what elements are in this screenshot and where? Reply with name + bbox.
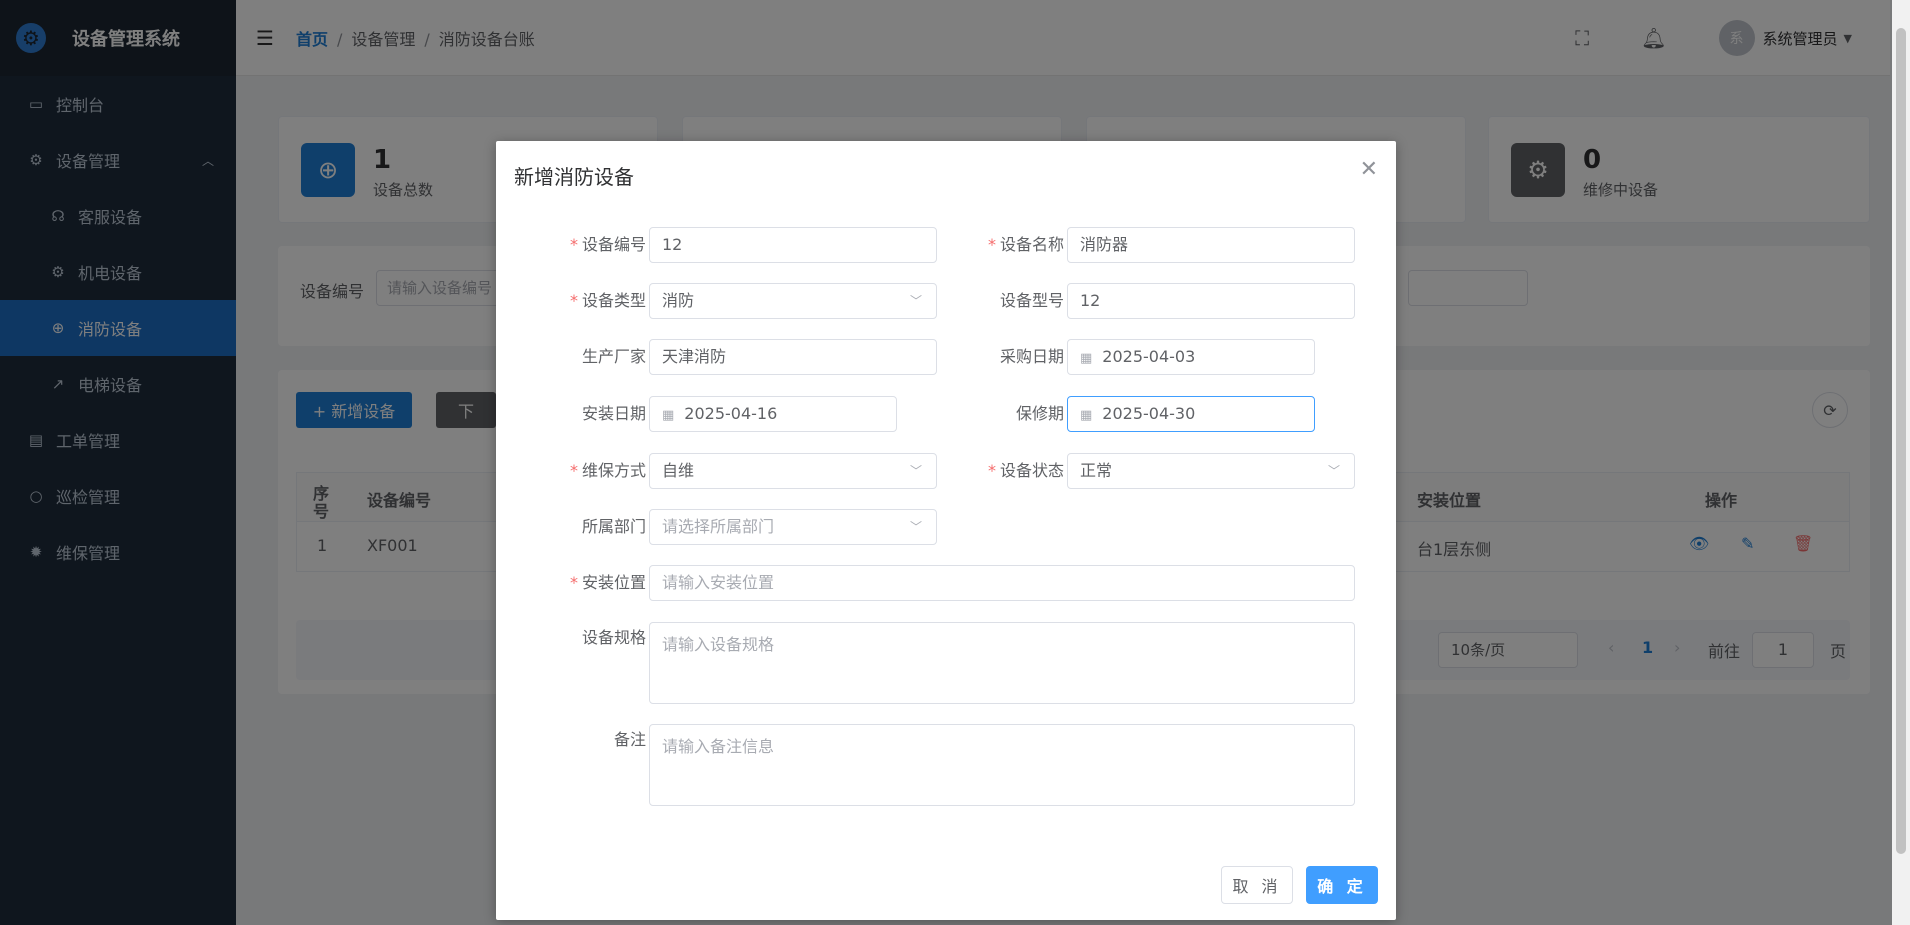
remark-label: 备注 xyxy=(613,730,646,749)
status-select[interactable]: 正常 ﹀ xyxy=(1067,453,1355,489)
maker-input[interactable]: 天津消防 xyxy=(649,339,937,375)
add-device-dialog: 新增消防设备 ✕ * 设备编号 12 * 设备名称 消防器 * 设备类型 消防 ﹀ 设备… xyxy=(496,141,1396,920)
location-input[interactable]: 请输入安装位置 xyxy=(649,565,1355,601)
chevron-down-icon: ﹀ xyxy=(909,520,922,534)
model-label: 设备型号 xyxy=(999,291,1064,310)
location-label: * 安装位置 xyxy=(569,573,646,592)
maint-select[interactable]: 自维 ﹀ xyxy=(649,453,937,489)
status-value: 正常 xyxy=(1080,461,1113,480)
dept-select[interactable]: 请选择所属部门 ﹀ xyxy=(649,509,937,545)
page-scrollbar[interactable] xyxy=(1892,0,1910,925)
confirm-button[interactable]: 确 定 xyxy=(1306,866,1378,904)
name-label: * 设备名称 xyxy=(987,235,1064,254)
remark-textarea[interactable]: 请输入备注信息 xyxy=(649,724,1355,806)
warranty-label: 保修期 xyxy=(1015,404,1064,423)
warranty-date-picker[interactable]: ▦ 2025-04-30 xyxy=(1067,396,1315,432)
purchase-date-value: 2025-04-03 xyxy=(1102,347,1196,366)
scrollbar-thumb[interactable] xyxy=(1896,28,1906,854)
code-label: * 设备编号 xyxy=(569,235,646,254)
install-date-picker[interactable]: ▦ 2025-04-16 xyxy=(649,396,897,432)
calendar-icon: ▦ xyxy=(1080,351,1093,366)
install-date-label: 安装日期 xyxy=(581,404,646,423)
maint-label: * 维保方式 xyxy=(569,461,646,480)
calendar-icon: ▦ xyxy=(1080,408,1093,423)
warranty-date-value: 2025-04-30 xyxy=(1102,404,1196,423)
cancel-button[interactable]: 取 消 xyxy=(1221,866,1293,904)
purchase-date-label: 采购日期 xyxy=(999,347,1064,366)
close-icon[interactable]: ✕ xyxy=(1360,157,1378,182)
dialog-title: 新增消防设备 xyxy=(514,165,634,189)
status-label: * 设备状态 xyxy=(987,461,1064,480)
maint-value: 自维 xyxy=(662,461,695,480)
model-input[interactable]: 12 xyxy=(1067,283,1355,319)
type-value: 消防 xyxy=(662,291,695,310)
type-select[interactable]: 消防 ﹀ xyxy=(649,283,937,319)
maker-label: 生产厂家 xyxy=(581,347,646,366)
spec-label: 设备规格 xyxy=(581,628,646,647)
code-input[interactable]: 12 xyxy=(649,227,937,263)
dept-placeholder: 请选择所属部门 xyxy=(662,517,775,536)
name-input[interactable]: 消防器 xyxy=(1067,227,1355,263)
type-label: * 设备类型 xyxy=(569,291,646,310)
purchase-date-picker[interactable]: ▦ 2025-04-03 xyxy=(1067,339,1315,375)
install-date-value: 2025-04-16 xyxy=(684,404,778,423)
spec-textarea[interactable]: 请输入设备规格 xyxy=(649,622,1355,704)
calendar-icon: ▦ xyxy=(662,408,675,423)
dept-label: 所属部门 xyxy=(581,517,646,536)
chevron-down-icon: ﹀ xyxy=(1327,464,1340,478)
